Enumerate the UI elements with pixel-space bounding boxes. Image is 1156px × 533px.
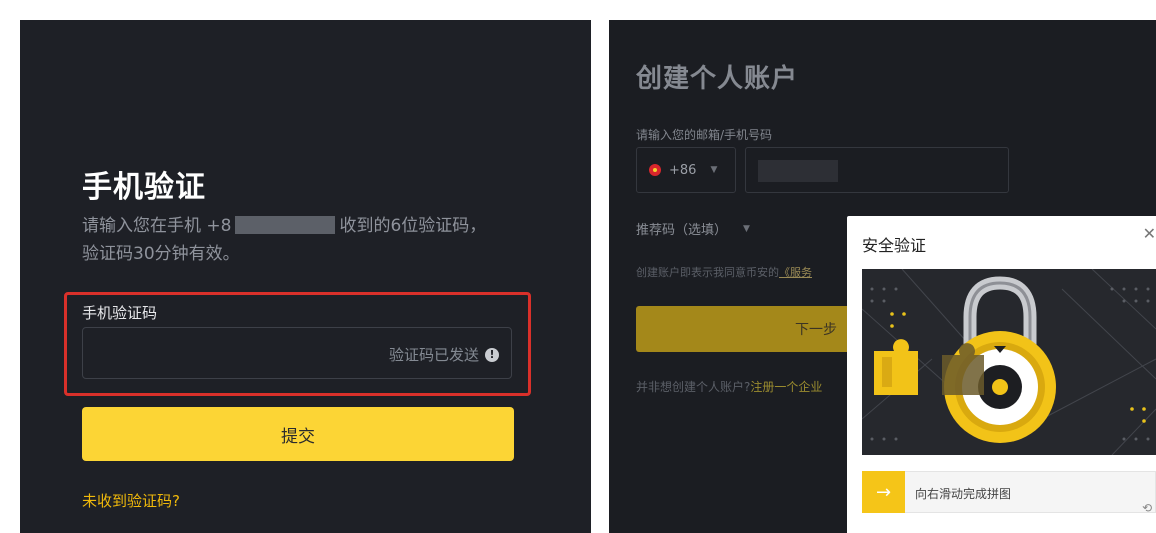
arrow-right-icon[interactable]: → bbox=[862, 471, 905, 513]
page-title: 创建个人账户 bbox=[636, 64, 799, 94]
terms-link[interactable]: 《服务 bbox=[779, 266, 812, 279]
country-code-value: +86 bbox=[669, 162, 697, 178]
code-status: 验证码已发送 ! bbox=[389, 344, 499, 365]
alt-text: 并非想创建个人账户? bbox=[636, 380, 751, 394]
chevron-down-icon: ▼ bbox=[710, 165, 718, 175]
security-verification-modal: 安全验证 ✕ → 向右滑动完成拼图 ⟲ bbox=[847, 216, 1156, 533]
phone-number-input[interactable] bbox=[745, 147, 1009, 193]
account-field-label: 请输入您的邮箱/手机号码 bbox=[636, 128, 773, 142]
slider-hint: 向右滑动完成拼图 bbox=[915, 487, 1012, 501]
resend-code-link[interactable]: 未收到验证码? bbox=[82, 490, 180, 511]
description-part-1: 请输入您在手机 +8 bbox=[82, 216, 232, 236]
info-icon[interactable]: ! bbox=[485, 347, 499, 362]
redacted-phone-number bbox=[758, 160, 838, 182]
create-account-panel: 创建个人账户 请输入您的邮箱/手机号码 +86 ▼ 推荐码（选填） ▼ 创建账户… bbox=[609, 20, 1156, 533]
china-flag-icon bbox=[649, 164, 661, 176]
description-part-2: 收到的6位验证码， bbox=[339, 216, 487, 236]
code-field-label: 手机验证码 bbox=[82, 304, 158, 322]
referral-code-toggle[interactable]: 推荐码（选填） ▼ bbox=[636, 219, 750, 238]
country-code-select[interactable]: +86 ▼ bbox=[636, 147, 736, 193]
redacted-phone-number bbox=[235, 216, 336, 234]
business-signup-link[interactable]: 注册一个企业 bbox=[750, 380, 822, 394]
referral-label: 推荐码（选填） bbox=[636, 223, 728, 238]
captcha-puzzle-image bbox=[862, 269, 1156, 455]
submit-button[interactable]: 提交 bbox=[82, 407, 514, 461]
verification-code-input[interactable]: 验证码已发送 ! bbox=[82, 327, 512, 379]
chevron-down-icon: ▼ bbox=[743, 223, 750, 234]
phone-verification-panel: 手机验证 请输入您在手机 +8 收到的6位验证码， 验证码30分钟有效。 手机验证… bbox=[20, 20, 591, 533]
description-line-2: 验证码30分钟有效。 bbox=[82, 244, 240, 264]
business-account-prompt: 并非想创建个人账户?注册一个企业 bbox=[636, 378, 822, 395]
terms-text: 创建账户即表示我同意币安的 bbox=[636, 266, 779, 279]
modal-title: 安全验证 bbox=[862, 236, 927, 255]
refresh-icon[interactable]: ⟲ bbox=[1142, 501, 1152, 515]
close-icon[interactable]: ✕ bbox=[1143, 224, 1156, 243]
captcha-slider-track[interactable]: → 向右滑动完成拼图 ⟲ bbox=[862, 471, 1156, 515]
verification-description: 请输入您在手机 +8 收到的6位验证码， 验证码30分钟有效。 bbox=[82, 212, 542, 268]
page-title: 手机验证 bbox=[82, 170, 206, 205]
terms-notice: 创建账户即表示我同意币安的《服务 bbox=[636, 264, 812, 280]
padlock-illustration bbox=[862, 269, 1156, 455]
code-status-text: 验证码已发送 bbox=[388, 346, 479, 364]
